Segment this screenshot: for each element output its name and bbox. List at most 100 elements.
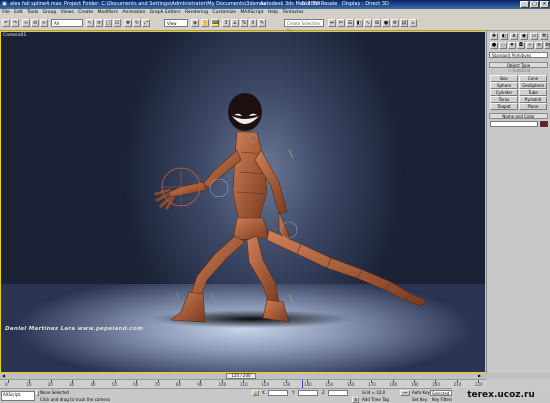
select-manipulate-icon[interactable]: ✋	[201, 19, 209, 27]
edit-named-selection-icon[interactable]: ✎	[258, 19, 266, 27]
menu-views[interactable]: Views	[59, 9, 76, 16]
create-sphere-button[interactable]: Sphere	[490, 82, 518, 89]
set-key-mode-icon[interactable]: ⊶	[400, 390, 410, 396]
hierarchy-tab-icon[interactable]: ⋔	[510, 33, 518, 40]
cameras-icon[interactable]: ◘	[517, 42, 525, 49]
select-rotate-icon[interactable]: ↻	[133, 19, 141, 27]
minimize-button[interactable]: _	[520, 1, 529, 8]
set-key-button[interactable]: Set Key	[412, 397, 427, 402]
systems-icon[interactable]: ⚙	[544, 42, 550, 49]
x-coordinate-label: X	[262, 390, 265, 395]
create-pyramid-button[interactable]: Pyramid	[519, 96, 547, 103]
prev-frame-icon[interactable]: ◀	[2, 373, 5, 378]
menu-animation[interactable]: Animation	[120, 9, 147, 16]
window-crossing-icon[interactable]: ⊡	[113, 19, 121, 27]
rectangular-selection-icon[interactable]: □	[104, 19, 112, 27]
track-bar[interactable]: 0 10 20 30 40 50 60 70 80 90 100 110 120 130 140 150 160…	[0, 379, 486, 388]
graphite-icon[interactable]: ◧	[355, 19, 363, 27]
track-tick-label: 160	[346, 382, 355, 387]
curve-editor-icon[interactable]: ∿	[364, 19, 372, 27]
menu-create[interactable]: Create	[76, 9, 95, 16]
create-cylinder-button[interactable]: Cylinder	[490, 89, 518, 96]
menu-tentacles[interactable]: Tentacles	[280, 9, 305, 16]
redo-icon[interactable]: ↷	[11, 19, 19, 27]
menu-edit[interactable]: Edit	[12, 9, 25, 16]
menu-file[interactable]: File	[0, 9, 12, 16]
menu-tools[interactable]: Tools	[25, 9, 40, 16]
menu-maxscript[interactable]: MAXScript	[238, 9, 265, 16]
camera-viewport[interactable]: Camera01 Daniel Martinez Lara www.pepela…	[0, 31, 486, 373]
track-tick-label: 100	[218, 382, 227, 387]
x-coordinate-field[interactable]	[268, 390, 288, 396]
maxscript-listener-field[interactable]: AXScript.	[1, 391, 35, 401]
menu-graph-editors[interactable]: Graph Editors	[148, 9, 183, 16]
selection-filter-dropdown[interactable]: All	[51, 19, 83, 27]
render-setup-icon[interactable]: ⚙	[391, 19, 399, 27]
menu-customize[interactable]: Customize	[210, 9, 238, 16]
y-coordinate-field[interactable]	[298, 390, 318, 396]
pivot-center-icon[interactable]: ◈	[191, 19, 199, 27]
material-editor-icon[interactable]: ●	[382, 19, 390, 27]
modify-tab-icon[interactable]: ◐	[500, 33, 508, 40]
select-scale-icon[interactable]: ⤢	[142, 19, 150, 27]
schematic-view-icon[interactable]: ⊞	[373, 19, 381, 27]
add-time-tag-button[interactable]: Add Time Tag	[362, 397, 389, 402]
create-teapot-button[interactable]: Teapot	[490, 103, 518, 110]
time-tag-icon[interactable]: ⏱	[352, 397, 359, 403]
track-tick-label: 140	[304, 382, 312, 387]
utilities-tab-icon[interactable]: ⚒	[540, 33, 548, 40]
keyboard-shortcut-toggle-icon[interactable]: ⌨	[211, 19, 219, 27]
lights-icon[interactable]: ✷	[508, 42, 516, 49]
helpers-icon[interactable]: ⊹	[526, 42, 534, 49]
category-dropdown[interactable]: Standard Primitives	[489, 52, 548, 58]
select-by-name-icon[interactable]: ≡	[95, 19, 103, 27]
named-selection-set-field[interactable]: Create Selection Se	[284, 19, 324, 33]
create-box-button[interactable]: Box	[490, 75, 518, 82]
track-tick-label: 90	[197, 382, 203, 387]
lock-selection-icon[interactable]: 🔒	[252, 390, 259, 396]
select-move-icon[interactable]: ✥	[124, 19, 132, 27]
create-geosphere-button[interactable]: GeoSphere	[519, 82, 547, 89]
bind-space-warp-icon[interactable]: ≈	[40, 19, 48, 27]
snaps-toggle-icon[interactable]: 3	[222, 19, 230, 27]
link-icon[interactable]: ∞	[22, 19, 30, 27]
object-name-field[interactable]	[490, 121, 538, 127]
motion-tab-icon[interactable]: ◉	[520, 33, 528, 40]
select-object-icon[interactable]: ↖	[86, 19, 94, 27]
maximize-button[interactable]: □	[530, 1, 539, 8]
menu-rendering[interactable]: Rendering	[183, 9, 210, 16]
close-button[interactable]: ×	[540, 1, 549, 8]
menu-group[interactable]: Group	[40, 9, 58, 16]
autogrid-checkbox[interactable]: ☐ AutoGrid	[499, 68, 539, 74]
angle-snap-icon[interactable]: ∠	[231, 19, 239, 27]
shapes-icon[interactable]: ◌	[499, 42, 507, 49]
key-selection-dropdown[interactable]: Selected	[430, 390, 452, 396]
app-logo-icon[interactable]: ▣	[2, 0, 7, 9]
align-icon[interactable]: ⊨	[337, 19, 345, 27]
unlink-icon[interactable]: ⊘	[31, 19, 39, 27]
display-tab-icon[interactable]: ▭	[530, 33, 538, 40]
auto-key-button[interactable]: Auto Key	[412, 390, 430, 395]
create-plane-button[interactable]: Plane	[519, 103, 547, 110]
menu-modifiers[interactable]: Modifiers	[95, 9, 120, 16]
track-tick-label: 150	[325, 382, 334, 387]
spinner-snap-icon[interactable]: ⇕	[249, 19, 257, 27]
z-coordinate-field[interactable]	[328, 390, 348, 396]
object-color-swatch[interactable]	[540, 121, 548, 127]
layer-manager-icon[interactable]: ☰	[346, 19, 354, 27]
mirror-icon[interactable]: ⇹	[328, 19, 336, 27]
geometry-icon[interactable]: ●	[490, 42, 498, 49]
create-cone-button[interactable]: Cone	[519, 75, 547, 82]
space-warps-icon[interactable]: ≋	[535, 42, 543, 49]
create-tab-icon[interactable]: ✚	[490, 33, 498, 40]
rendered-frame-window-icon[interactable]: ▤	[400, 19, 408, 27]
reference-coordinate-dropdown[interactable]: View	[164, 19, 188, 27]
name-and-color-rollout-title[interactable]: Name and Color	[489, 113, 548, 119]
undo-icon[interactable]: ↶	[2, 19, 10, 27]
percent-snap-icon[interactable]: %	[240, 19, 248, 27]
menu-help[interactable]: Help	[266, 9, 281, 16]
create-tube-button[interactable]: Tube	[519, 89, 547, 96]
create-torus-button[interactable]: Torus	[490, 96, 518, 103]
next-frame-icon[interactable]: ▶	[478, 373, 481, 378]
quick-render-icon[interactable]: ☕	[409, 19, 417, 27]
